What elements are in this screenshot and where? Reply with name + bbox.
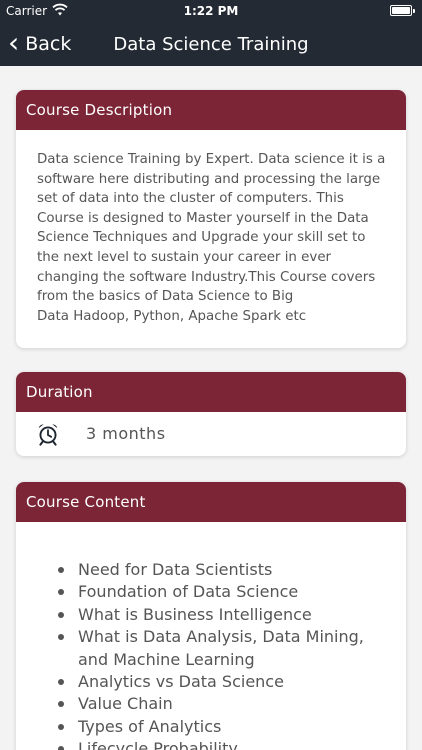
list-item: Analytics vs Data Science [58, 671, 396, 693]
description-text: Data science Training by Expert. Data sc… [37, 152, 386, 305]
course-description-body: Data science Training by Expert. Data sc… [16, 130, 406, 326]
card-header: Course Description [16, 90, 406, 130]
list-item: Need for Data Scientists [58, 559, 396, 581]
battery-icon [390, 5, 415, 16]
course-content-list: Need for Data Scientists Foundation of D… [16, 522, 406, 750]
navigation-bar: ‹ Back Data Science Training [0, 22, 422, 66]
list-item: Value Chain [58, 693, 396, 715]
status-bar: Carrier 1:22 PM [0, 0, 422, 22]
alarm-clock-icon [38, 423, 58, 446]
status-time: 1:22 PM [183, 4, 239, 18]
course-description-card: Course Description Data science Training… [16, 90, 406, 348]
duration-row: 3 months [16, 412, 406, 455]
list-item: Foundation of Data Science [58, 581, 396, 603]
scroll-content[interactable]: Course Description Data science Training… [0, 66, 422, 750]
list-item: Lifecycle Probability [58, 738, 396, 750]
page-title: Data Science Training [113, 34, 309, 55]
list-item: What is Data Analysis, Data Mining, and … [58, 626, 396, 671]
list-item: Types of Analytics [58, 716, 396, 738]
card-header: Course Content [16, 482, 406, 522]
list-item: What is Business Intelligence [58, 604, 396, 626]
course-content-card: Course Content Need for Data Scientists … [16, 482, 406, 750]
duration-value: 3 months [86, 424, 166, 443]
description-text-line2: Data Hadoop, Python, Apache Spark etc [37, 308, 307, 324]
duration-card: Duration 3 months [16, 372, 406, 456]
card-header: Duration [16, 372, 406, 412]
